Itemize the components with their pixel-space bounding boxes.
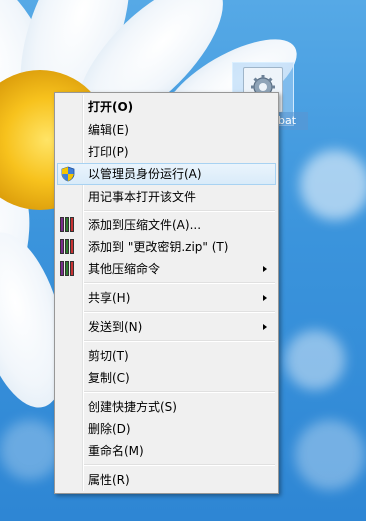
menu-item-label: 以管理员身份运行(A) <box>88 167 202 181</box>
winrar-books-icon <box>60 217 76 233</box>
menu-item-open[interactable]: 打开(O) <box>57 96 276 118</box>
menu-item-label: 删除(D) <box>88 422 131 436</box>
chevron-right-icon <box>263 266 267 272</box>
menu-item-print[interactable]: 打印(P) <box>57 141 276 163</box>
bokeh-light <box>285 330 345 390</box>
menu-item-properties[interactable]: 属性(R) <box>57 469 276 491</box>
menu-item-label: 打开(O) <box>88 100 134 114</box>
menu-item-label: 打印(P) <box>88 145 129 159</box>
menu-item-label: 用记事本打开该文件 <box>88 190 197 204</box>
menu-item-label: 编辑(E) <box>88 123 129 137</box>
menu-item-label: 重命名(M) <box>88 444 144 458</box>
menu-item-other-compression[interactable]: 其他压缩命令 <box>57 258 276 280</box>
menu-separator <box>84 210 275 212</box>
menu-separator <box>84 340 275 342</box>
menu-item-label: 剪切(T) <box>88 349 129 363</box>
menu-item-copy[interactable]: 复制(C) <box>57 367 276 389</box>
menu-item-delete[interactable]: 删除(D) <box>57 418 276 440</box>
uac-shield-icon <box>60 166 76 182</box>
menu-item-label: 其他压缩命令 <box>88 262 161 276</box>
winrar-books-icon <box>60 239 76 255</box>
menu-item-label: 属性(R) <box>88 473 130 487</box>
menu-item-add-to-archive[interactable]: 添加到压缩文件(A)... <box>57 214 276 236</box>
menu-item-rename[interactable]: 重命名(M) <box>57 440 276 462</box>
menu-item-send-to[interactable]: 发送到(N) <box>57 316 276 338</box>
menu-item-label: 添加到 "更改密钥.zip" (T) <box>88 240 229 254</box>
menu-item-edit[interactable]: 编辑(E) <box>57 119 276 141</box>
file-name-label: bat <box>276 112 308 130</box>
context-menu: 打开(O) 编辑(E) 打印(P) 以管理员身份运行(A) 用记事本打开该文件 … <box>54 92 279 494</box>
menu-item-label: 创建快捷方式(S) <box>88 400 177 414</box>
menu-separator <box>84 311 275 313</box>
menu-item-run-as-admin[interactable]: 以管理员身份运行(A) <box>57 163 276 185</box>
bokeh-light <box>295 420 365 490</box>
menu-item-label: 共享(H) <box>88 291 131 305</box>
menu-item-open-with-notepad[interactable]: 用记事本打开该文件 <box>57 186 276 208</box>
menu-item-create-shortcut[interactable]: 创建快捷方式(S) <box>57 396 276 418</box>
bokeh-light <box>0 420 60 480</box>
chevron-right-icon <box>263 324 267 330</box>
menu-item-share[interactable]: 共享(H) <box>57 287 276 309</box>
menu-separator <box>84 464 275 466</box>
menu-separator <box>84 391 275 393</box>
menu-item-label: 发送到(N) <box>88 320 143 334</box>
chevron-right-icon <box>263 295 267 301</box>
menu-item-label: 添加到压缩文件(A)... <box>88 218 202 232</box>
menu-separator <box>84 282 275 284</box>
menu-item-cut[interactable]: 剪切(T) <box>57 345 276 367</box>
menu-item-label: 复制(C) <box>88 371 130 385</box>
menu-item-add-to-zip[interactable]: 添加到 "更改密钥.zip" (T) <box>57 236 276 258</box>
winrar-books-icon <box>60 261 76 277</box>
bokeh-light <box>300 150 366 220</box>
